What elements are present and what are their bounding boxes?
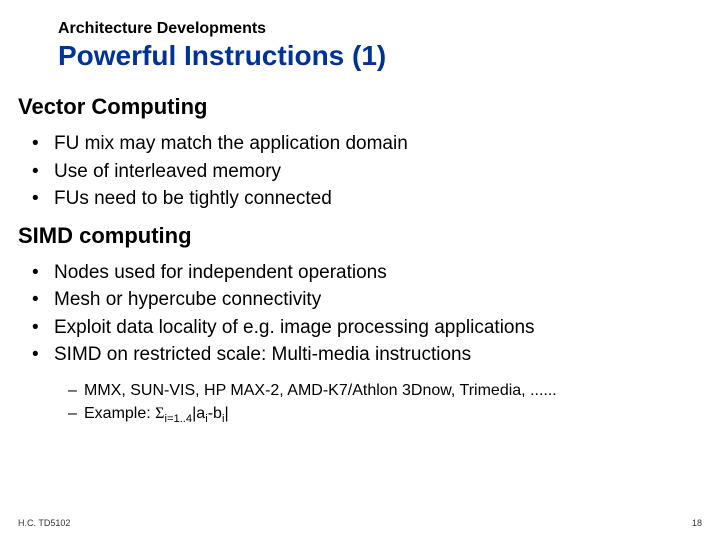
list-item: Nodes used for independent operations [32,259,702,287]
list-item: MMX, SUN-VIS, HP MAX-2, AMD-K7/Athlon 3D… [68,379,702,402]
example-mid: -b [208,405,222,422]
example-sub: i=1..4 [164,413,192,425]
slide: Architecture Developments Powerful Instr… [0,0,720,540]
list-item: Use of interleaved memory [32,158,702,186]
bullet-list-1: Nodes used for independent operations Me… [32,259,702,369]
example-prefix: Example: [84,405,155,422]
list-item: SIMD on restricted scale: Multi-media in… [32,341,702,369]
section-heading-1: SIMD computing [18,223,702,249]
bullet-list-0: FU mix may match the application domain … [32,130,702,213]
sub-bullet-list: MMX, SUN-VIS, HP MAX-2, AMD-K7/Athlon 3D… [68,379,702,428]
example-tail: | [224,405,228,422]
list-item: Exploit data locality of e.g. image proc… [32,314,702,342]
footer-left: H.C. TD5102 [18,518,70,528]
page-title: Powerful Instructions (1) [58,40,702,72]
list-item: Mesh or hypercube connectivity [32,286,702,314]
list-item-example: Example: Σi=1..4|ai-bi| [68,402,702,427]
example-body: |a [192,405,205,422]
section-heading-0: Vector Computing [18,94,702,120]
supertitle: Architecture Developments [58,20,702,38]
list-item: FU mix may match the application domain [32,130,702,158]
list-item: FUs need to be tightly connected [32,185,702,213]
footer-right: 18 [692,518,702,528]
